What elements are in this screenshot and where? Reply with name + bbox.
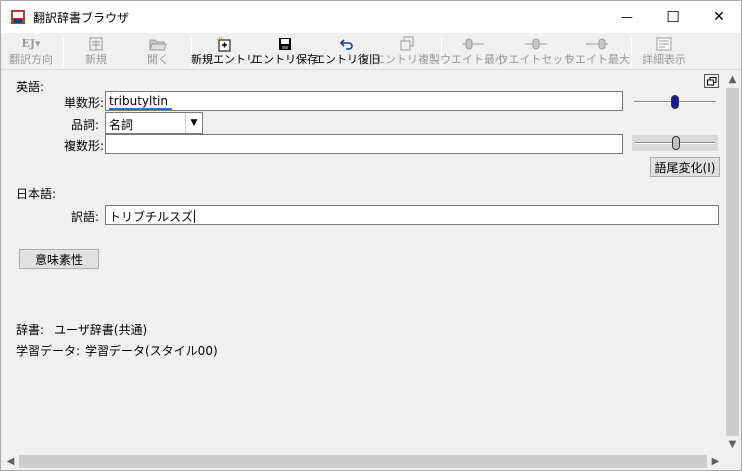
chevron-down-icon: ▼ [185, 113, 202, 133]
part-of-speech-label: 品詞: [71, 118, 100, 132]
toolbar-label: ウエイト最小 [440, 53, 506, 66]
horizontal-scroll-thumb[interactable] [19, 455, 707, 468]
restore-pane-button[interactable] [704, 74, 719, 88]
dictionary-value: ユーザ辞書(共通) [54, 323, 148, 337]
app-icon [11, 10, 25, 24]
toolbar-label: ウエイトセット [497, 53, 575, 66]
singular-value: tributyltin [109, 94, 168, 108]
slider-thumb[interactable] [671, 95, 679, 109]
toolbar-label: エントリ複製 [374, 53, 440, 66]
semantic-features-button[interactable]: 意味素性 [19, 249, 99, 269]
horizontal-scrollbar[interactable]: ◀ ▶ [2, 453, 724, 470]
weight-min-button[interactable]: ウエイト最小 [440, 35, 506, 69]
save-disk-icon [278, 35, 292, 52]
new-icon [88, 35, 104, 52]
slider-thumb[interactable] [672, 136, 680, 150]
toolbar-label: エントリ保存 [252, 53, 318, 66]
undo-icon [340, 35, 354, 52]
save-entry-button[interactable]: エントリ保存 [252, 35, 318, 69]
dictionary-label: 辞書: [16, 323, 45, 337]
singular-label: 単数形: [64, 96, 105, 110]
weight-set-button[interactable]: ウエイトセット [498, 35, 575, 69]
weight-max-button[interactable]: ウエイト最大 [564, 35, 630, 69]
toolbar-label: ウエイト最大 [564, 53, 630, 66]
translation-input[interactable]: トリブチルスズ [105, 205, 719, 225]
size-grip[interactable] [724, 453, 741, 470]
part-of-speech-select[interactable]: 名詞 ▼ [105, 112, 203, 134]
toolbar-label: 新規 [85, 53, 107, 66]
minimize-button[interactable]: — [604, 1, 650, 33]
singular-weight-slider[interactable] [634, 94, 716, 110]
scroll-up-icon[interactable]: ▲ [724, 71, 741, 88]
translation-direction-button[interactable]: EJ▾ 翻訳方向 [5, 35, 57, 69]
vertical-scrollbar[interactable]: ▲ ▼ [724, 71, 741, 453]
maximize-icon: ☐ [666, 8, 680, 26]
translation-value: トリブチルスズ [109, 210, 194, 224]
part-of-speech-value: 名詞 [109, 118, 134, 132]
weight-set-icon [524, 35, 548, 52]
weight-max-icon [585, 35, 609, 52]
english-section-label: 英語: [16, 80, 45, 94]
entry-editor-panel: 英語: 単数形: tributyltin 品詞: 名詞 ▼ 複数形: 語尾変化(… [2, 71, 724, 453]
plural-label: 複数形: [64, 139, 105, 153]
new-entry-icon [216, 35, 232, 52]
inflection-button[interactable]: 語尾変化(I) [650, 157, 720, 177]
scroll-down-icon[interactable]: ▼ [724, 436, 741, 453]
plural-input[interactable] [105, 134, 623, 154]
maximize-button[interactable]: ☐ [650, 1, 696, 33]
toolbar-label: 開く [147, 53, 169, 66]
close-button[interactable]: ✕ [696, 1, 742, 33]
duplicate-entry-button[interactable]: エントリ複製 [374, 35, 440, 69]
toolbar-separator [63, 37, 64, 67]
restore-entry-button[interactable]: エントリ復旧 [314, 35, 380, 69]
window-title: 翻訳辞書ブラウザ [33, 11, 130, 25]
new-button[interactable]: 新規 [71, 35, 121, 69]
toolbar-label: エントリ復旧 [314, 53, 380, 66]
learning-data-value: 学習データ(スタイル00) [85, 344, 218, 358]
restore-window-icon [706, 76, 716, 85]
detail-view-button[interactable]: 詳細表示 [637, 35, 691, 69]
detail-view-icon [656, 35, 672, 52]
close-icon: ✕ [713, 9, 725, 25]
spellcheck-underline [109, 108, 172, 110]
toolbar-label: 翻訳方向 [9, 53, 53, 66]
duplicate-icon [399, 35, 415, 52]
minimize-icon: — [621, 10, 633, 24]
toolbar: EJ▾ 翻訳方向 新規 開く 新規エントリ エントリ保存 エントリ復旧 エントリ… [1, 33, 741, 70]
singular-input[interactable]: tributyltin [105, 91, 623, 111]
title-bar: 翻訳辞書ブラウザ — ☐ ✕ [1, 1, 741, 33]
new-entry-button[interactable]: 新規エントリ [191, 35, 257, 69]
translation-label: 訳語: [71, 210, 100, 224]
weight-min-icon [461, 35, 485, 52]
open-folder-icon [149, 35, 167, 52]
scroll-right-icon[interactable]: ▶ [707, 453, 724, 470]
text-cursor [194, 210, 196, 223]
toolbar-label: 詳細表示 [642, 53, 686, 66]
toolbar-label: 新規エントリ [191, 53, 257, 66]
vertical-scroll-thumb[interactable] [726, 88, 739, 436]
japanese-section-label: 日本語: [16, 187, 57, 201]
plural-weight-slider[interactable] [632, 135, 718, 151]
toolbar-separator [631, 37, 632, 67]
translation-direction-icon: EJ▾ [21, 37, 41, 50]
dictionary-browser-window: 翻訳辞書ブラウザ — ☐ ✕ EJ▾ 翻訳方向 新規 開く 新規エントリ エント… [0, 0, 742, 471]
learning-data-label: 学習データ: [16, 344, 81, 358]
scroll-left-icon[interactable]: ◀ [2, 453, 19, 470]
open-button[interactable]: 開く [133, 35, 183, 69]
